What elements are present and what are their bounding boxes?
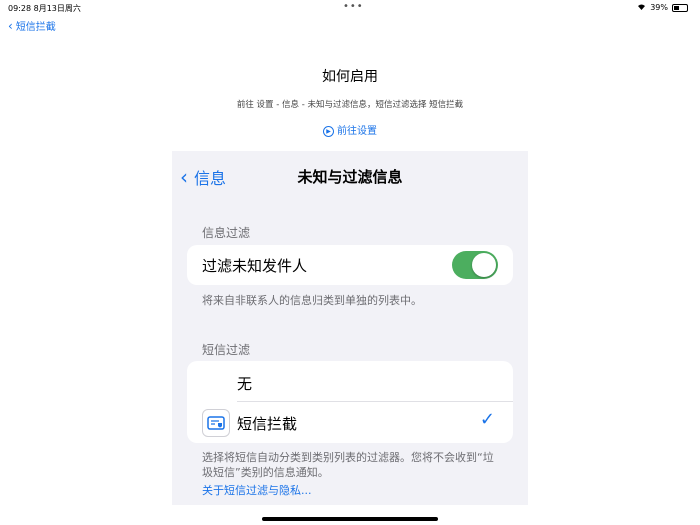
filter-unknown-row[interactable]: 过滤未知发件人 [187,245,513,285]
multitasking-dots[interactable]: ••• [343,1,364,12]
status-bar: 09:28 8月13日周六 ••• 39% [0,0,700,14]
section-label-sms-filter: 短信过滤 [202,343,251,357]
filter-unknown-footnote: 将来自非联系人的信息归类到单独的列表中。 [202,294,422,307]
wifi-icon [637,3,646,12]
checkmark-icon: ✓ [479,409,495,430]
back-button-label: 短信拦截 [15,22,56,33]
setting-path-instructions: 前往 设置 - 信息 - 未知与过滤信息，短信过滤选择 短信拦截 [236,100,464,110]
goto-settings-link[interactable]: ▶ 前往设置 [0,122,700,137]
home-indicator[interactable] [262,517,438,521]
page-title: 如何启用 [322,69,378,85]
status-date: 8月13日周六 [33,4,81,13]
sms-filter-privacy-link[interactable]: 关于短信过滤与隐私... [202,482,312,498]
status-right: 39% [637,3,688,12]
status-time: 09:28 [8,4,32,13]
chevron-left-icon: ‹ [8,18,13,33]
option-sms-blocker[interactable]: 短信拦截 [237,413,297,434]
sms-blocker-app-icon [202,409,230,437]
option-none[interactable]: 无 [237,373,252,394]
section-label-message-filter: 信息过滤 [202,226,251,240]
goto-settings-label: 前往设置 [337,126,377,137]
battery-icon [672,3,688,12]
settings-nav-title: 未知与过滤信息 [297,168,403,186]
settings-nav-bar: ‹ 信息 未知与过滤信息 [172,151,528,199]
back-button[interactable]: ‹ 短信拦截 [8,18,56,34]
settings-screenshot: ‹ 信息 未知与过滤信息 信息过滤 过滤未知发件人 将来自非联系人的信息归类到单… [172,151,528,505]
filter-unknown-toggle[interactable] [452,251,498,279]
sms-filter-footnote: 选择将短信自动分类到类别列表的过滤器。您将不会收到“垃圾短信”类别的信息通知。 [202,451,494,479]
battery-percent: 39% [650,3,668,12]
play-circle-icon: ▶ [323,125,334,137]
status-time-date: 09:28 8月13日周六 [8,3,81,14]
filter-unknown-label: 过滤未知发件人 [202,257,308,275]
sms-filter-options: 无 短信拦截 ✓ [187,361,513,443]
